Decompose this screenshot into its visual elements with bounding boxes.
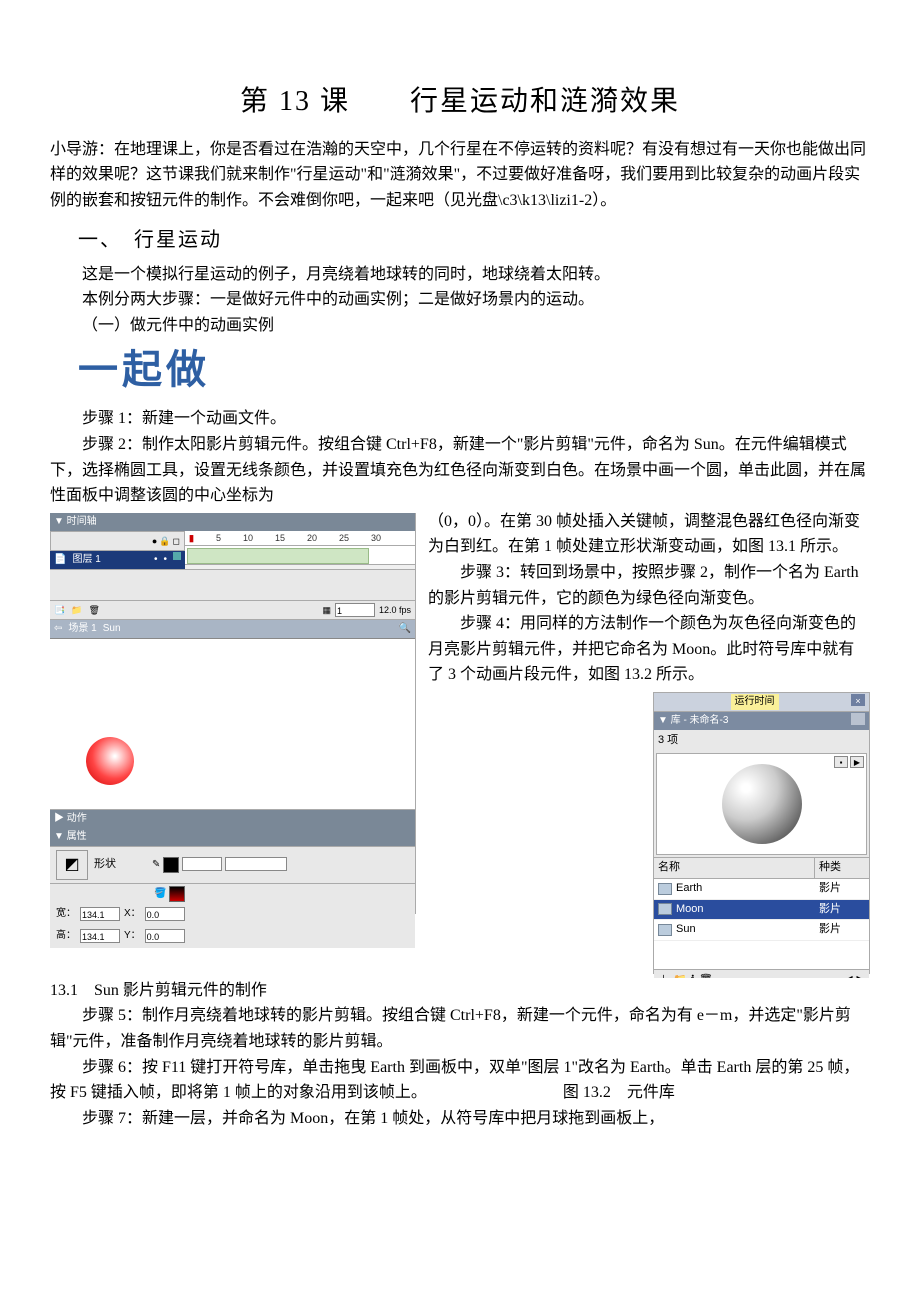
library-toolbar: ＋ 📁 ℹ 🗑 ◀ ▶	[654, 969, 869, 978]
stroke-swatch[interactable]	[163, 857, 179, 873]
body-line: 本例分两大步骤：一是做好元件中的动画实例；二是做好场景内的运动。	[82, 287, 870, 313]
movieclip-icon	[658, 903, 672, 915]
scene-breadcrumb[interactable]: 场景 1	[68, 621, 96, 637]
movieclip-icon	[658, 883, 672, 895]
scroll-left-icon[interactable]: ◀	[844, 972, 852, 978]
lock-icon[interactable]: 🔒	[159, 534, 170, 548]
delete-icon[interactable]: 🗑	[699, 972, 713, 978]
library-item-name: Sun	[676, 921, 696, 939]
y-label: Y：	[124, 928, 141, 944]
col-kind[interactable]: 种类	[815, 858, 869, 878]
new-symbol-icon[interactable]: ＋	[658, 972, 669, 978]
width-field[interactable]: 134.1	[80, 907, 120, 921]
ruler-tick: 15	[275, 531, 285, 545]
zoom-icon[interactable]: 🔍	[399, 621, 411, 637]
flash-editor-figure: ▼ 时间轴 ● 🔒 ◻ 📄 图层 1 •• ▮	[50, 513, 416, 914]
x-field[interactable]: 0.0	[145, 907, 185, 921]
pencil-icon[interactable]: ✎	[152, 857, 160, 873]
ruler-tick: 10	[243, 531, 253, 545]
step: 步骤 5：制作月亮绕着地球转的影片剪辑。按组合键 Ctrl+F8，新建一个元件，…	[50, 1003, 870, 1054]
actions-titlebar[interactable]: ▶ 动作	[50, 810, 415, 828]
properties-titlebar[interactable]: ▼ 属性	[50, 828, 415, 846]
scroll-right-icon[interactable]: ▶	[857, 972, 865, 978]
delete-layer-icon[interactable]: 🗑	[88, 603, 99, 617]
library-item[interactable]: Sun 影片	[654, 920, 869, 941]
stop-preview-icon[interactable]: ▪	[834, 756, 848, 768]
runtime-tab[interactable]: 运行时间	[731, 694, 779, 710]
layer-controls: 📑 📁 🗑 ▦ 1 12.0 fps	[50, 600, 415, 620]
symbol-breadcrumb[interactable]: Sun	[103, 621, 121, 637]
figure-caption: 图 13.2 元件库	[563, 1084, 675, 1101]
step: 步骤 7：新建一层，并命名为 Moon，在第 1 帧处，从符号库中把月球拖到画板…	[50, 1106, 870, 1132]
timeline-titlebar[interactable]: ▼ 时间轴	[50, 513, 415, 531]
height-field[interactable]: 134.1	[80, 929, 120, 943]
body-line: 这是一个模拟行星运动的例子，月亮绕着地球转的同时，地球绕着太阳转。	[82, 262, 870, 288]
bucket-icon[interactable]: 🪣	[154, 886, 166, 902]
properties-icon[interactable]: ℹ	[691, 972, 695, 978]
library-count: 3 项	[654, 730, 869, 752]
ruler-tick: 25	[339, 531, 349, 545]
x-label: X：	[124, 906, 141, 922]
onion-icon[interactable]: ▦	[322, 603, 331, 617]
new-folder-icon[interactable]: 📁	[673, 972, 687, 978]
library-titlebar[interactable]: ▼ 库 - 未命名-3	[658, 713, 728, 729]
timeline-ruler[interactable]: ▮ 5 10 15 20 25 30	[185, 531, 415, 546]
layer-icon: 📄	[54, 552, 66, 568]
library-item-kind: 影片	[815, 900, 869, 920]
library-panel-figure: 运行时间 × ▼ 库 - 未命名-3 3 项 ▪ ▶ 名称 种类 Earth 影…	[653, 692, 870, 974]
step: 步骤 1：新建一个动画文件。	[82, 406, 870, 432]
back-arrow-icon[interactable]: ⇦	[54, 621, 62, 637]
layer-row[interactable]: 📄 图层 1 ••	[50, 551, 185, 569]
shape-type-icon: ◩	[56, 850, 88, 880]
stage[interactable]	[50, 639, 415, 810]
library-item[interactable]: Earth 影片	[654, 879, 869, 900]
step: 步骤 2：制作太阳影片剪辑元件。按组合键 Ctrl+F8，新建一个"影片剪辑"元…	[50, 432, 870, 509]
moon-preview	[722, 764, 802, 844]
current-frame: 1	[335, 603, 375, 617]
figure-caption: 13.1 Sun 影片剪辑元件的制作	[50, 978, 870, 1004]
stroke-width[interactable]	[182, 857, 222, 871]
library-item-kind: 影片	[815, 879, 869, 899]
y-field[interactable]: 0.0	[145, 929, 185, 943]
new-folder-icon[interactable]: 📁	[71, 603, 82, 617]
height-label: 高：	[56, 928, 76, 944]
width-label: 宽：	[56, 906, 76, 922]
ruler-tick: 30	[371, 531, 381, 545]
library-item-name: Earth	[676, 880, 702, 898]
step: 步骤 6：按 F11 键打开符号库，单击拖曳 Earth 到画板中，双单"图层 …	[50, 1055, 870, 1106]
close-icon[interactable]: ×	[851, 694, 865, 706]
page-title: 第 13 课 行星运动和涟漪效果	[50, 80, 870, 125]
eye-icon[interactable]: ●	[152, 534, 157, 548]
new-layer-icon[interactable]: 📑	[54, 603, 65, 617]
library-preview: ▪ ▶	[656, 753, 867, 855]
shape-label: 形状	[94, 856, 116, 874]
col-name[interactable]: 名称	[654, 858, 815, 878]
ruler-tick: 5	[216, 531, 221, 545]
layer-header: ● 🔒 ◻	[50, 531, 185, 551]
ruler-tick: 20	[307, 531, 317, 545]
outline-icon[interactable]: ◻	[173, 534, 180, 548]
stroke-style[interactable]	[225, 857, 287, 871]
fill-swatch[interactable]	[169, 886, 185, 902]
movieclip-icon	[658, 924, 672, 936]
intro-paragraph: 小导游：在地理课上，你是否看过在浩瀚的天空中，几个行星在不停运转的资料呢？有没有…	[50, 137, 870, 214]
body-line: （一）做元件中的动画实例	[82, 313, 870, 339]
section-heading: 一、 行星运动	[78, 224, 870, 256]
library-item-kind: 影片	[815, 920, 869, 940]
panel-menu-icon[interactable]	[851, 713, 865, 725]
scene-bar: ⇦ 场景 1 Sun 🔍	[50, 620, 415, 639]
play-preview-icon[interactable]: ▶	[850, 756, 864, 768]
layer-name: 图层 1	[72, 552, 100, 568]
library-item-name: Moon	[676, 901, 704, 919]
playhead-icon[interactable]: ▮	[189, 531, 194, 545]
lets-do-heading: 一起做	[78, 338, 870, 402]
timeline-track[interactable]	[185, 546, 415, 565]
sun-shape[interactable]	[86, 737, 134, 785]
library-item[interactable]: Moon 影片	[654, 900, 869, 921]
library-columns: 名称 种类	[654, 857, 869, 879]
fps-label: 12.0 fps	[379, 603, 411, 617]
tween-span[interactable]	[187, 548, 369, 564]
